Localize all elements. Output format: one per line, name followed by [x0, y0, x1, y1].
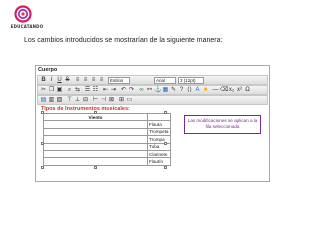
table-row[interactable]: Viento	[43, 112, 171, 122]
table-cell[interactable]	[43, 142, 148, 151]
link-icon[interactable]: ∞	[138, 87, 145, 94]
table-cell[interactable]: Tuba	[147, 142, 171, 151]
indent-icon[interactable]: ⇥	[110, 87, 117, 94]
insert-col-before-icon[interactable]: ⊢	[92, 97, 99, 104]
resize-handle[interactable]	[164, 166, 167, 169]
merge-cells-icon[interactable]: ▭	[126, 97, 133, 104]
insert-row-after-icon[interactable]: ⊥	[74, 97, 81, 104]
html-source-icon[interactable]: ⟨⟩	[186, 87, 193, 94]
size-select[interactable]: 3 (12pt)	[178, 77, 204, 84]
delete-row-icon[interactable]: ⊟	[82, 97, 89, 104]
italic-icon[interactable]: I	[48, 77, 55, 84]
font-select[interactable]: Arial	[154, 77, 176, 84]
table-cell[interactable]	[43, 157, 148, 166]
resize-handle[interactable]	[164, 142, 167, 145]
bullet-list-icon[interactable]: ☰	[84, 87, 91, 94]
toolbar-row-3: ▤ ▥ ▧ ⊤ ⊥ ⊟ ⊢ ⊣ ⊠ ⊞ ▭	[37, 95, 268, 105]
align-right-icon[interactable]: ≡	[90, 77, 97, 84]
row-props-icon[interactable]: ▥	[48, 97, 55, 104]
horizontal-rule-icon[interactable]: —	[212, 87, 219, 94]
table-row[interactable]: Clarinete	[43, 149, 171, 159]
table-cell[interactable]: Flautín	[147, 157, 171, 166]
cut-icon[interactable]: ✂	[40, 87, 47, 94]
logo-text: EDUCATANDO	[10, 24, 44, 29]
anchor-icon[interactable]: ⚓	[154, 87, 161, 94]
style-select[interactable]: Estilos	[108, 77, 130, 84]
search-icon[interactable]: ⌕	[66, 87, 73, 94]
table-row[interactable]: Flautín	[43, 157, 171, 166]
align-left-icon[interactable]: ≡	[74, 77, 81, 84]
table-cell[interactable]: Clarinete	[147, 149, 171, 159]
table-cell[interactable]	[43, 135, 148, 144]
underline-icon[interactable]: U	[56, 77, 63, 84]
bold-icon[interactable]: B	[40, 77, 47, 84]
image-icon[interactable]: ▦	[162, 87, 169, 94]
delete-col-icon[interactable]: ⊠	[108, 97, 115, 104]
table-cell[interactable]	[43, 149, 148, 159]
content-heading: Tipos de Instrumentos musicales:	[41, 106, 130, 112]
highlight-color-icon[interactable]: ■	[202, 87, 209, 94]
table-cell[interactable]	[43, 120, 148, 129]
table-insert-icon[interactable]: ▤	[40, 97, 47, 104]
educatando-logo: EDUCATANDO	[7, 5, 43, 31]
replace-icon[interactable]: ⇆	[74, 87, 81, 94]
toolbar-row-1: B I U S ≡ ≡ ≡ ≡ Estilos Arial 3 (12pt)	[37, 75, 268, 85]
callout-note: Las modificaciones se aplican a la fila …	[184, 115, 261, 134]
insert-row-before-icon[interactable]: ⊤	[66, 97, 73, 104]
table-cell[interactable]	[147, 112, 171, 122]
table-cell[interactable]: Trompa	[147, 135, 171, 144]
editor-content[interactable]: Tipos de Instrumentos musicales: Viento …	[37, 105, 268, 181]
resize-handle[interactable]	[94, 166, 97, 169]
resize-handle[interactable]	[94, 111, 97, 114]
numbered-list-icon[interactable]: ☷	[92, 87, 99, 94]
resize-handle[interactable]	[41, 142, 44, 145]
logo-emblem-icon	[14, 5, 32, 23]
table-row[interactable]: Trompa	[43, 135, 171, 144]
copy-icon[interactable]: ❐	[48, 87, 55, 94]
unlink-icon[interactable]: ⚯	[146, 87, 153, 94]
instruments-table[interactable]: Viento Flauta Trompeta Trompa Tuba Clari…	[43, 112, 171, 166]
table-header-cell[interactable]: Viento	[43, 112, 148, 122]
rich-text-editor: Cuerpo B I U S ≡ ≡ ≡ ≡ Estilos Arial 3 (…	[35, 65, 270, 182]
align-center-icon[interactable]: ≡	[82, 77, 89, 84]
remove-format-icon[interactable]: ⌫	[220, 87, 228, 94]
resize-handle[interactable]	[164, 111, 167, 114]
charmap-icon[interactable]: Ω	[244, 87, 251, 94]
cleanup-icon[interactable]: ✎	[170, 87, 177, 94]
font-color-icon[interactable]: A	[194, 87, 201, 94]
table-row[interactable]: Trompeta	[43, 127, 171, 137]
strikethrough-icon[interactable]: S	[64, 77, 71, 84]
table-cell[interactable]	[43, 127, 148, 137]
undo-icon[interactable]: ↶	[120, 87, 127, 94]
table-row[interactable]: Tuba	[43, 142, 171, 151]
superscript-icon[interactable]: x²	[236, 87, 243, 94]
caption-text: Los cambios introducidos se mostrarían d…	[24, 37, 223, 44]
table-row[interactable]: Flauta	[43, 120, 171, 129]
resize-handle[interactable]	[41, 111, 44, 114]
table-cell[interactable]: Flauta	[147, 120, 171, 129]
insert-col-after-icon[interactable]: ⊣	[100, 97, 107, 104]
table-cell[interactable]: Trompeta	[147, 127, 171, 137]
justify-icon[interactable]: ≡	[98, 77, 105, 84]
paste-icon[interactable]: ▣	[56, 87, 63, 94]
resize-handle[interactable]	[41, 166, 44, 169]
toolbar-row-2: ✂ ❐ ▣ ⌕ ⇆ ☰ ☷ ⇤ ⇥ ↶ ↷ ∞ ⚯ ⚓ ▦ ✎ ? ⟨⟩ A ■…	[37, 85, 268, 95]
redo-icon[interactable]: ↷	[128, 87, 135, 94]
editor-title: Cuerpo	[38, 67, 58, 73]
outdent-icon[interactable]: ⇤	[102, 87, 109, 94]
split-cells-icon[interactable]: ⊞	[118, 97, 125, 104]
help-icon[interactable]: ?	[178, 87, 185, 94]
cell-props-icon[interactable]: ▧	[56, 97, 63, 104]
subscript-icon[interactable]: x₂	[228, 87, 235, 94]
